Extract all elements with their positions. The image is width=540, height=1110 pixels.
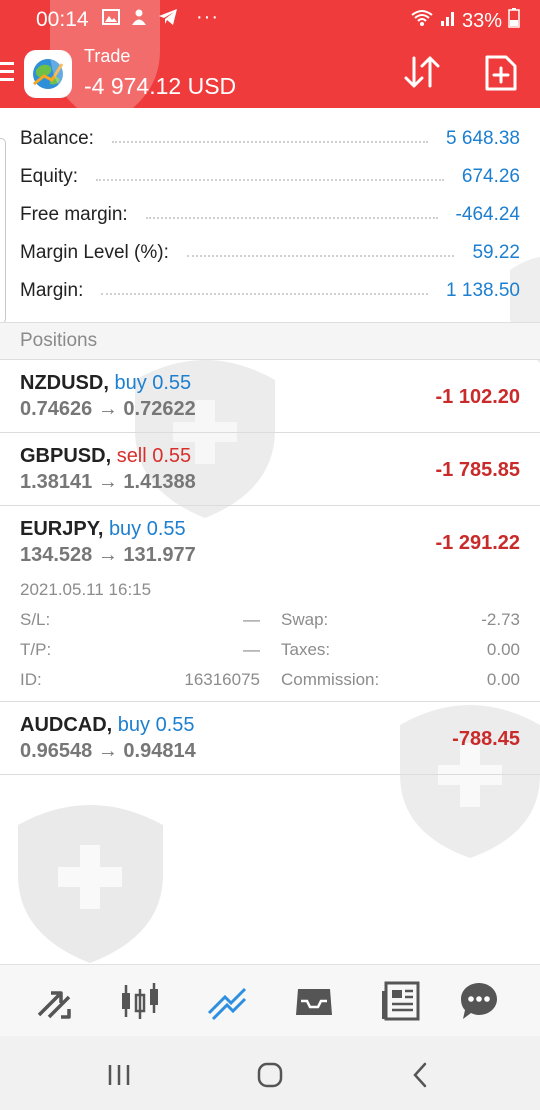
bottom-navigation (0, 964, 540, 1036)
watermark-shield-icon (18, 805, 163, 963)
position-prices: 1.38141 → 1.41388 (20, 471, 196, 493)
new-order-icon[interactable] (484, 54, 518, 92)
margin-level-value: 59.22 (472, 242, 520, 263)
margin-label: Margin: (20, 280, 84, 301)
commission-label: Commission: (281, 670, 380, 689)
position-title: GBPUSD, sell 0.55 (20, 445, 191, 468)
margin-value: 1 138.50 (446, 280, 520, 301)
recents-icon[interactable] (105, 1060, 135, 1090)
history-icon[interactable] (292, 979, 336, 1023)
tp-value: — (243, 640, 260, 659)
swap-value: -2.73 (481, 610, 520, 629)
position-prices: 134.528 → 131.977 (20, 544, 196, 566)
taxes-label: Taxes: (281, 640, 331, 659)
menu-icon[interactable] (0, 62, 14, 84)
gallery-icon (102, 8, 120, 31)
position-profit: -1 291.22 (435, 532, 520, 554)
leader-dots (96, 179, 444, 181)
leader-dots (186, 255, 455, 257)
positions-header: Positions (0, 322, 540, 360)
position-item-audcad[interactable]: AUDCAD, buy 0.55 0.96548 → 0.94814 -788.… (0, 702, 540, 775)
status-right: 33% (410, 8, 520, 34)
back-icon[interactable] (405, 1060, 435, 1090)
tp-label: T/P: (20, 640, 52, 659)
metatrader-logo-icon[interactable] (24, 50, 72, 98)
position-side: buy 0.55 (117, 714, 195, 736)
free-margin-label: Free margin: (20, 204, 128, 225)
positions-title: Positions (20, 330, 98, 351)
telegram-icon (158, 8, 178, 31)
home-icon[interactable] (255, 1060, 285, 1090)
notification-icons (102, 8, 178, 31)
signal-icon (440, 9, 456, 33)
open-datetime: 2021.05.11 16:15 (20, 580, 152, 599)
position-side: sell 0.55 (116, 445, 192, 467)
margin-level-row: Margin Level (%): 59.22 (20, 234, 520, 272)
balance-value: 5 648.38 (446, 128, 520, 149)
equity-row: Equity: 674.26 (20, 158, 520, 196)
sl-label: S/L: (20, 610, 51, 629)
position-item-nzdusd[interactable]: NZDUSD, buy 0.55 0.74626 → 0.72622 -1 10… (0, 360, 540, 433)
battery-percent: 33% (461, 9, 502, 32)
swap-label: Swap: (281, 610, 329, 629)
position-item-gbpusd[interactable]: GBPUSD, sell 0.55 1.38141 → 1.41388 -1 7… (0, 433, 540, 506)
status-bar: 00:14 ··· 33% (0, 0, 540, 40)
sl-value: — (243, 610, 260, 629)
position-profit: -1 785.85 (435, 459, 520, 481)
balance-label: Balance: (20, 128, 94, 149)
margin-level-label: Margin Level (%): (20, 242, 169, 263)
position-symbol: GBPUSD, (20, 445, 112, 467)
status-time: 00:14 (36, 8, 89, 31)
margin-row: Margin: 1 138.50 (20, 272, 520, 310)
chat-icon[interactable] (457, 979, 501, 1023)
equity-value: 674.26 (461, 166, 520, 187)
position-symbol: AUDCAD, (20, 714, 113, 736)
more-notifications-icon: ··· (196, 6, 219, 28)
position-symbol: EURJPY, (20, 518, 104, 540)
total-profit: -4 974.12 USD (84, 73, 237, 99)
position-side: buy 0.55 (114, 372, 192, 394)
id-value: 16316075 (184, 670, 260, 689)
leader-dots (101, 293, 429, 295)
news-icon[interactable] (378, 979, 422, 1023)
id-label: ID: (20, 670, 42, 689)
position-item-eurjpy[interactable]: EURJPY, buy 0.55 134.528 → 131.977 -1 29… (0, 506, 540, 702)
free-margin-row: Free margin: -464.24 (20, 196, 520, 234)
screen-title: Trade (84, 46, 131, 66)
leader-dots (145, 217, 438, 219)
sort-icon[interactable] (402, 54, 442, 90)
free-margin-value: -464.24 (455, 204, 520, 225)
balance-row: Balance: 5 648.38 (20, 120, 520, 158)
person-icon (130, 8, 148, 31)
wifi-icon (410, 9, 434, 33)
chart-icon[interactable] (118, 979, 162, 1023)
leader-dots (111, 141, 429, 143)
taxes-value: 0.00 (486, 640, 520, 659)
commission-value: 0.00 (486, 670, 520, 689)
position-profit: -788.45 (452, 728, 520, 750)
equity-label: Equity: (20, 166, 79, 187)
position-symbol: NZDUSD, (20, 372, 109, 394)
side-drawer-handle[interactable] (0, 138, 6, 324)
position-prices: 0.96548 → 0.94814 (20, 740, 196, 762)
quotes-icon[interactable] (33, 979, 77, 1023)
position-title: NZDUSD, buy 0.55 (20, 372, 191, 395)
app-header: 00:14 ··· 33% Trade -4 974.12 USD (0, 0, 540, 108)
position-profit: -1 102.20 (435, 386, 520, 408)
system-navigation (0, 1036, 540, 1110)
trade-icon[interactable] (205, 979, 249, 1023)
position-title: EURJPY, buy 0.55 (20, 518, 186, 541)
position-prices: 0.74626 → 0.72622 (20, 398, 196, 420)
position-side: buy 0.55 (108, 518, 186, 540)
position-title: AUDCAD, buy 0.55 (20, 714, 195, 737)
battery-icon (508, 8, 520, 34)
